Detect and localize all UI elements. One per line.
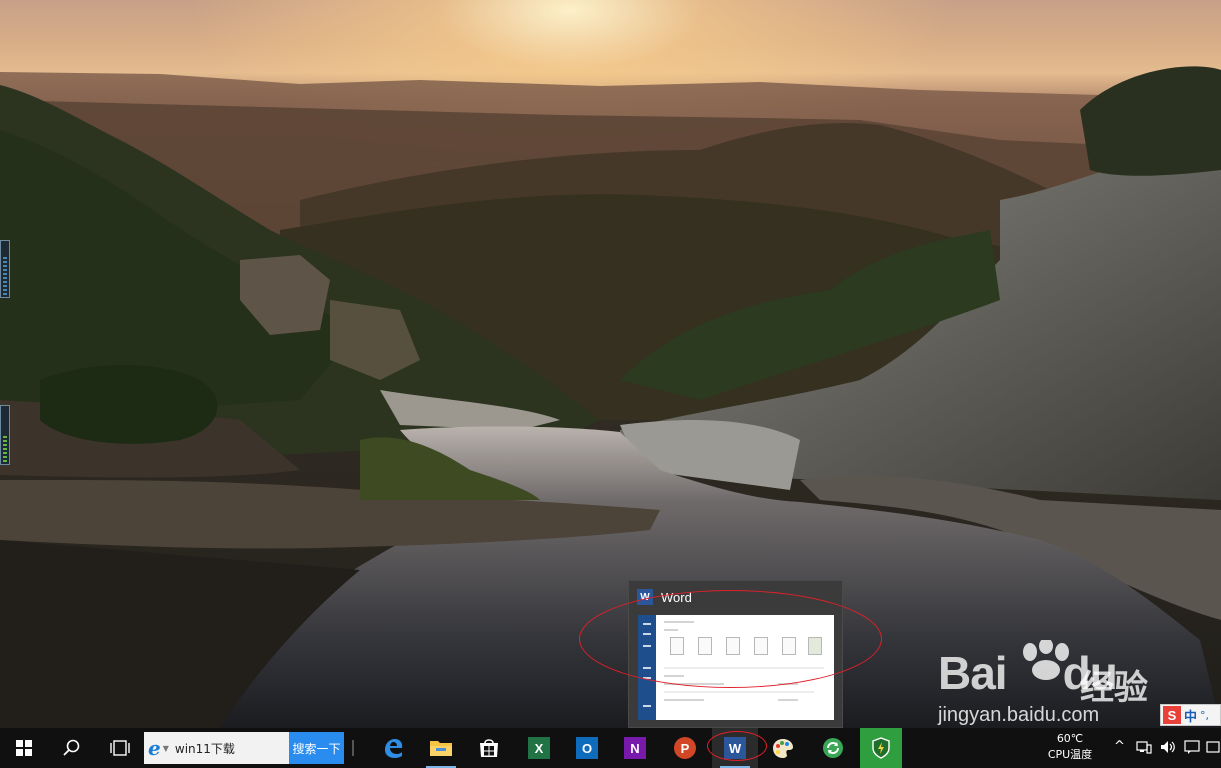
excel-icon: X	[528, 737, 550, 759]
cpu-temperature-widget[interactable]: 60℃ CPU温度	[1040, 731, 1100, 763]
action-center-icon[interactable]	[1184, 740, 1200, 754]
taskbar: e ▼ win11下载 搜索一下 X O N P W 60℃ CPU温度	[0, 728, 1221, 768]
tray-overflow-chevron-icon[interactable]: ^	[1114, 740, 1125, 754]
windows-logo-icon	[16, 740, 32, 756]
ie-icon: e	[148, 736, 161, 760]
taskbar-app-outlook[interactable]: O	[564, 728, 610, 768]
chevron-down-icon[interactable]: ▼	[163, 744, 169, 753]
task-view-button[interactable]	[96, 728, 144, 768]
search-query[interactable]: win11下载	[175, 740, 235, 757]
onenote-icon: N	[624, 737, 646, 759]
store-icon	[480, 739, 498, 757]
edge-meter-bottom	[0, 405, 10, 465]
edge-icon	[385, 739, 403, 758]
ime-mode[interactable]: 中	[1184, 706, 1197, 725]
taskbar-app-update-tool[interactable]	[810, 728, 856, 768]
paint-palette-icon	[773, 739, 793, 758]
show-desktop-icon[interactable]	[1206, 740, 1220, 754]
folder-icon	[430, 741, 452, 756]
outlook-icon: O	[576, 737, 598, 759]
browser-search-box[interactable]: e ▼ win11下载	[144, 732, 289, 764]
refresh-icon	[823, 738, 843, 758]
taskbar-app-excel[interactable]: X	[516, 728, 562, 768]
annotation-circle-word-taskbar	[707, 731, 767, 761]
network-icon[interactable]	[1136, 740, 1152, 754]
watermark-url: jingyan.baidu.com	[938, 704, 1100, 726]
taskbar-divider	[352, 740, 354, 756]
edge-meter-top	[0, 240, 10, 298]
start-button[interactable]	[0, 728, 48, 768]
taskbar-app-store[interactable]	[466, 728, 512, 768]
magnifier-icon	[63, 739, 80, 756]
watermark-brand-cn: 经验	[1080, 668, 1148, 708]
search-button[interactable]	[48, 728, 96, 768]
volume-icon[interactable]	[1160, 740, 1176, 754]
cpu-temp-label: CPU温度	[1047, 748, 1093, 761]
ime-punct[interactable]: °,	[1200, 709, 1209, 722]
shield-icon	[872, 737, 890, 759]
task-view-icon	[110, 740, 130, 756]
sogou-logo-icon: S	[1163, 706, 1181, 724]
taskbar-app-security[interactable]	[860, 728, 902, 768]
annotation-circle-thumbnail	[579, 590, 882, 688]
taskbar-app-powerpoint[interactable]: P	[662, 728, 708, 768]
taskbar-app-file-explorer[interactable]	[418, 728, 464, 768]
taskbar-app-edge[interactable]	[370, 728, 416, 768]
baidu-jingyan-watermark: Bai du 经验 jingyan.baidu.com	[938, 640, 1168, 726]
search-submit-button[interactable]: 搜索一下	[289, 732, 344, 764]
powerpoint-icon: P	[674, 737, 696, 759]
taskbar-app-paint[interactable]	[760, 728, 806, 768]
cpu-temp-value: 60℃	[1056, 732, 1084, 745]
taskbar-app-onenote[interactable]: N	[612, 728, 658, 768]
ime-toolbar[interactable]: S 中 °,	[1160, 704, 1221, 726]
